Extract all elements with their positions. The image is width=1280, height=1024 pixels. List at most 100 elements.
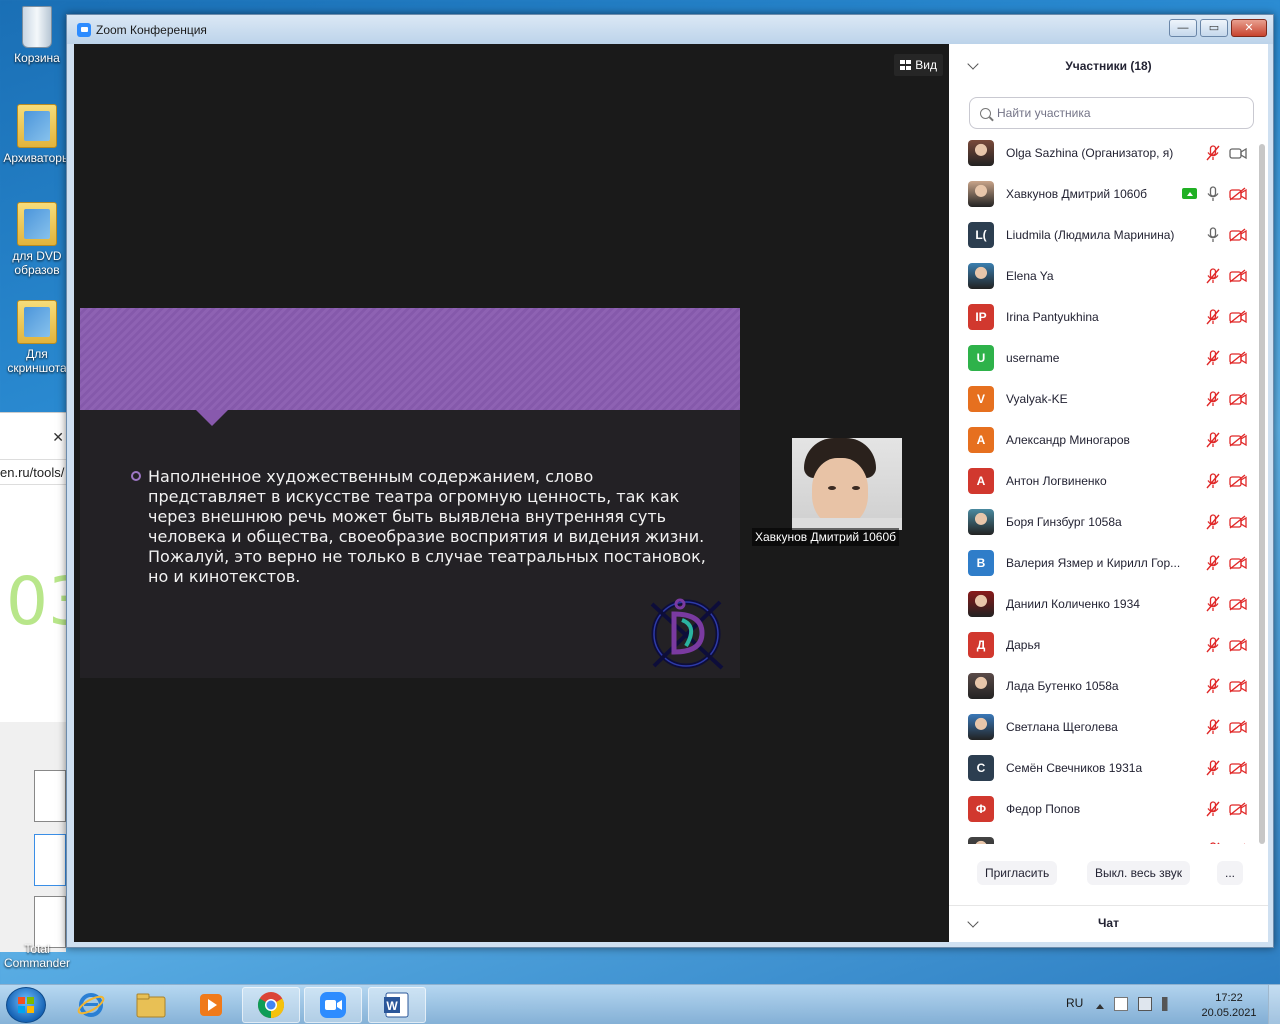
close-icon[interactable]: ✕: [52, 429, 64, 446]
participant-row[interactable]: IP Irina Pantyukhina: [949, 296, 1259, 337]
thumbnail-box[interactable]: [34, 770, 66, 822]
mic-muted-icon[interactable]: [1206, 636, 1220, 653]
participant-row[interactable]: А Антон Логвиненко: [949, 460, 1259, 501]
mic-icon[interactable]: [1206, 226, 1220, 243]
video-off-icon[interactable]: [1229, 760, 1247, 775]
tray-arrow-icon[interactable]: [1096, 1003, 1104, 1009]
taskbar-explorer[interactable]: [122, 987, 180, 1023]
participant-search[interactable]: [969, 97, 1254, 129]
thumbnail-box[interactable]: [34, 834, 66, 886]
video-off-icon[interactable]: [1229, 186, 1247, 201]
participant-row[interactable]: [949, 829, 1259, 844]
language-indicator[interactable]: RU: [1066, 996, 1083, 1010]
video-off-icon[interactable]: [1229, 473, 1247, 488]
mic-muted-icon[interactable]: [1206, 144, 1220, 161]
desktop-icon-archivers[interactable]: Архиваторы: [0, 104, 74, 165]
taskbar-media-player[interactable]: [182, 987, 240, 1023]
thumbnail-eye: [852, 486, 860, 490]
taskbar-word[interactable]: W: [368, 987, 426, 1023]
mic-muted-icon[interactable]: [1206, 595, 1220, 612]
more-button[interactable]: ...: [1217, 861, 1244, 885]
participants-scrollbar[interactable]: [1259, 144, 1265, 844]
action-center-icon[interactable]: [1114, 997, 1128, 1011]
participant-row[interactable]: Д Дарья: [949, 624, 1259, 665]
participant-row[interactable]: Elena Ya: [949, 255, 1259, 296]
volume-icon[interactable]: [1162, 997, 1176, 1011]
video-off-icon[interactable]: [1229, 432, 1247, 447]
minimize-button[interactable]: —: [1169, 19, 1197, 37]
mic-muted-icon[interactable]: [1206, 800, 1220, 817]
zoom-app-icon: [77, 22, 91, 37]
start-button[interactable]: [6, 987, 46, 1023]
mic-muted-icon[interactable]: [1206, 308, 1220, 325]
search-input[interactable]: [997, 106, 1237, 120]
video-off-icon[interactable]: [1229, 227, 1247, 242]
invite-button[interactable]: Пригласить: [977, 861, 1058, 885]
desktop-icon-screenshots[interactable]: Для скриншота: [0, 300, 74, 375]
video-icon[interactable]: [1229, 146, 1247, 160]
participant-row[interactable]: Uusername: [949, 337, 1259, 378]
mic-muted-icon[interactable]: [1206, 513, 1220, 530]
participant-name: Olga Sazhina (Организатор, я): [1006, 145, 1174, 160]
video-off-icon[interactable]: [1229, 555, 1247, 570]
mic-muted-icon[interactable]: [1206, 841, 1220, 844]
video-off-icon[interactable]: [1229, 514, 1247, 529]
mic-muted-icon[interactable]: [1206, 431, 1220, 448]
mic-muted-icon[interactable]: [1206, 554, 1220, 571]
shared-screen-area[interactable]: Вид Наполненное художественным содержани…: [74, 44, 949, 942]
video-off-icon[interactable]: [1229, 637, 1247, 652]
slide-logo-icon: [650, 598, 724, 670]
network-icon[interactable]: [1138, 997, 1152, 1011]
maximize-button[interactable]: ▭: [1200, 19, 1228, 37]
participant-row[interactable]: В Валерия Язмер и Кирилл Гор...: [949, 542, 1259, 583]
video-off-icon[interactable]: [1229, 596, 1247, 611]
participant-row[interactable]: Светлана Щеголева: [949, 706, 1259, 747]
participant-video-thumbnail[interactable]: [792, 438, 902, 530]
video-off-icon[interactable]: [1229, 801, 1247, 816]
video-off-icon[interactable]: [1229, 268, 1247, 283]
mute-all-button[interactable]: Выкл. весь звук: [1087, 861, 1191, 885]
desktop-icon-recycle-bin[interactable]: Корзина: [0, 6, 74, 65]
mic-muted-icon[interactable]: [1206, 472, 1220, 489]
video-off-icon[interactable]: [1229, 350, 1247, 365]
participant-row[interactable]: С Семён Свечников 1931а: [949, 747, 1259, 788]
video-off-icon[interactable]: [1229, 678, 1247, 693]
taskbar-ie[interactable]: [62, 987, 120, 1023]
participant-row[interactable]: Даниил Количенко 1934: [949, 583, 1259, 624]
mic-icon[interactable]: [1206, 185, 1220, 202]
participant-row[interactable]: Ф Федор Попов: [949, 788, 1259, 829]
show-desktop-button[interactable]: [1268, 985, 1280, 1024]
desktop-icon-dvd[interactable]: для DVD образов: [0, 202, 74, 277]
participant-row[interactable]: Лада Бутенко 1058а: [949, 665, 1259, 706]
mic-muted-icon[interactable]: [1206, 718, 1220, 735]
mic-muted-icon[interactable]: [1206, 349, 1220, 366]
participant-row[interactable]: Боря Гинзбург 1058а: [949, 501, 1259, 542]
video-off-icon[interactable]: [1229, 719, 1247, 734]
video-off-icon[interactable]: [1229, 391, 1247, 406]
taskbar-zoom[interactable]: [304, 987, 362, 1023]
participant-row[interactable]: L(Liudmila (Людмила Маринина): [949, 214, 1259, 255]
participant-row[interactable]: Хавкунов Дмитрий 1060б: [949, 173, 1259, 214]
participant-avatar: В: [968, 549, 994, 576]
title-bar[interactable]: Zoom Конференция — ▭ ✕: [67, 15, 1273, 44]
mic-muted-icon[interactable]: [1206, 390, 1220, 407]
clock[interactable]: 17:22 20.05.2021: [1196, 991, 1262, 1021]
mic-muted-icon[interactable]: [1206, 267, 1220, 284]
participant-row[interactable]: А Александр Миногаров: [949, 419, 1259, 460]
taskbar-chrome[interactable]: [242, 987, 300, 1023]
chat-bar[interactable]: Чат: [949, 905, 1268, 942]
participant-row[interactable]: Olga Sazhina (Организатор, я): [949, 132, 1259, 173]
participant-row[interactable]: V Vyalyak-KE: [949, 378, 1259, 419]
desktop-icon-total-commander[interactable]: Total Commander: [0, 942, 74, 970]
video-off-icon[interactable]: [1229, 309, 1247, 324]
folder-icon: [17, 104, 57, 148]
background-browser-window[interactable]: ✕ en.ru/tools/ 03: [0, 412, 66, 722]
video-off-icon[interactable]: [1229, 842, 1247, 844]
mic-muted-icon[interactable]: [1206, 759, 1220, 776]
participant-avatar: Д: [968, 631, 994, 658]
close-button[interactable]: ✕: [1231, 19, 1267, 37]
mic-muted-icon[interactable]: [1206, 677, 1220, 694]
view-button[interactable]: Вид: [894, 54, 943, 76]
participants-list[interactable]: Olga Sazhina (Организатор, я) Хавкунов Дм…: [949, 132, 1259, 844]
thumbnail-box[interactable]: [34, 896, 66, 948]
